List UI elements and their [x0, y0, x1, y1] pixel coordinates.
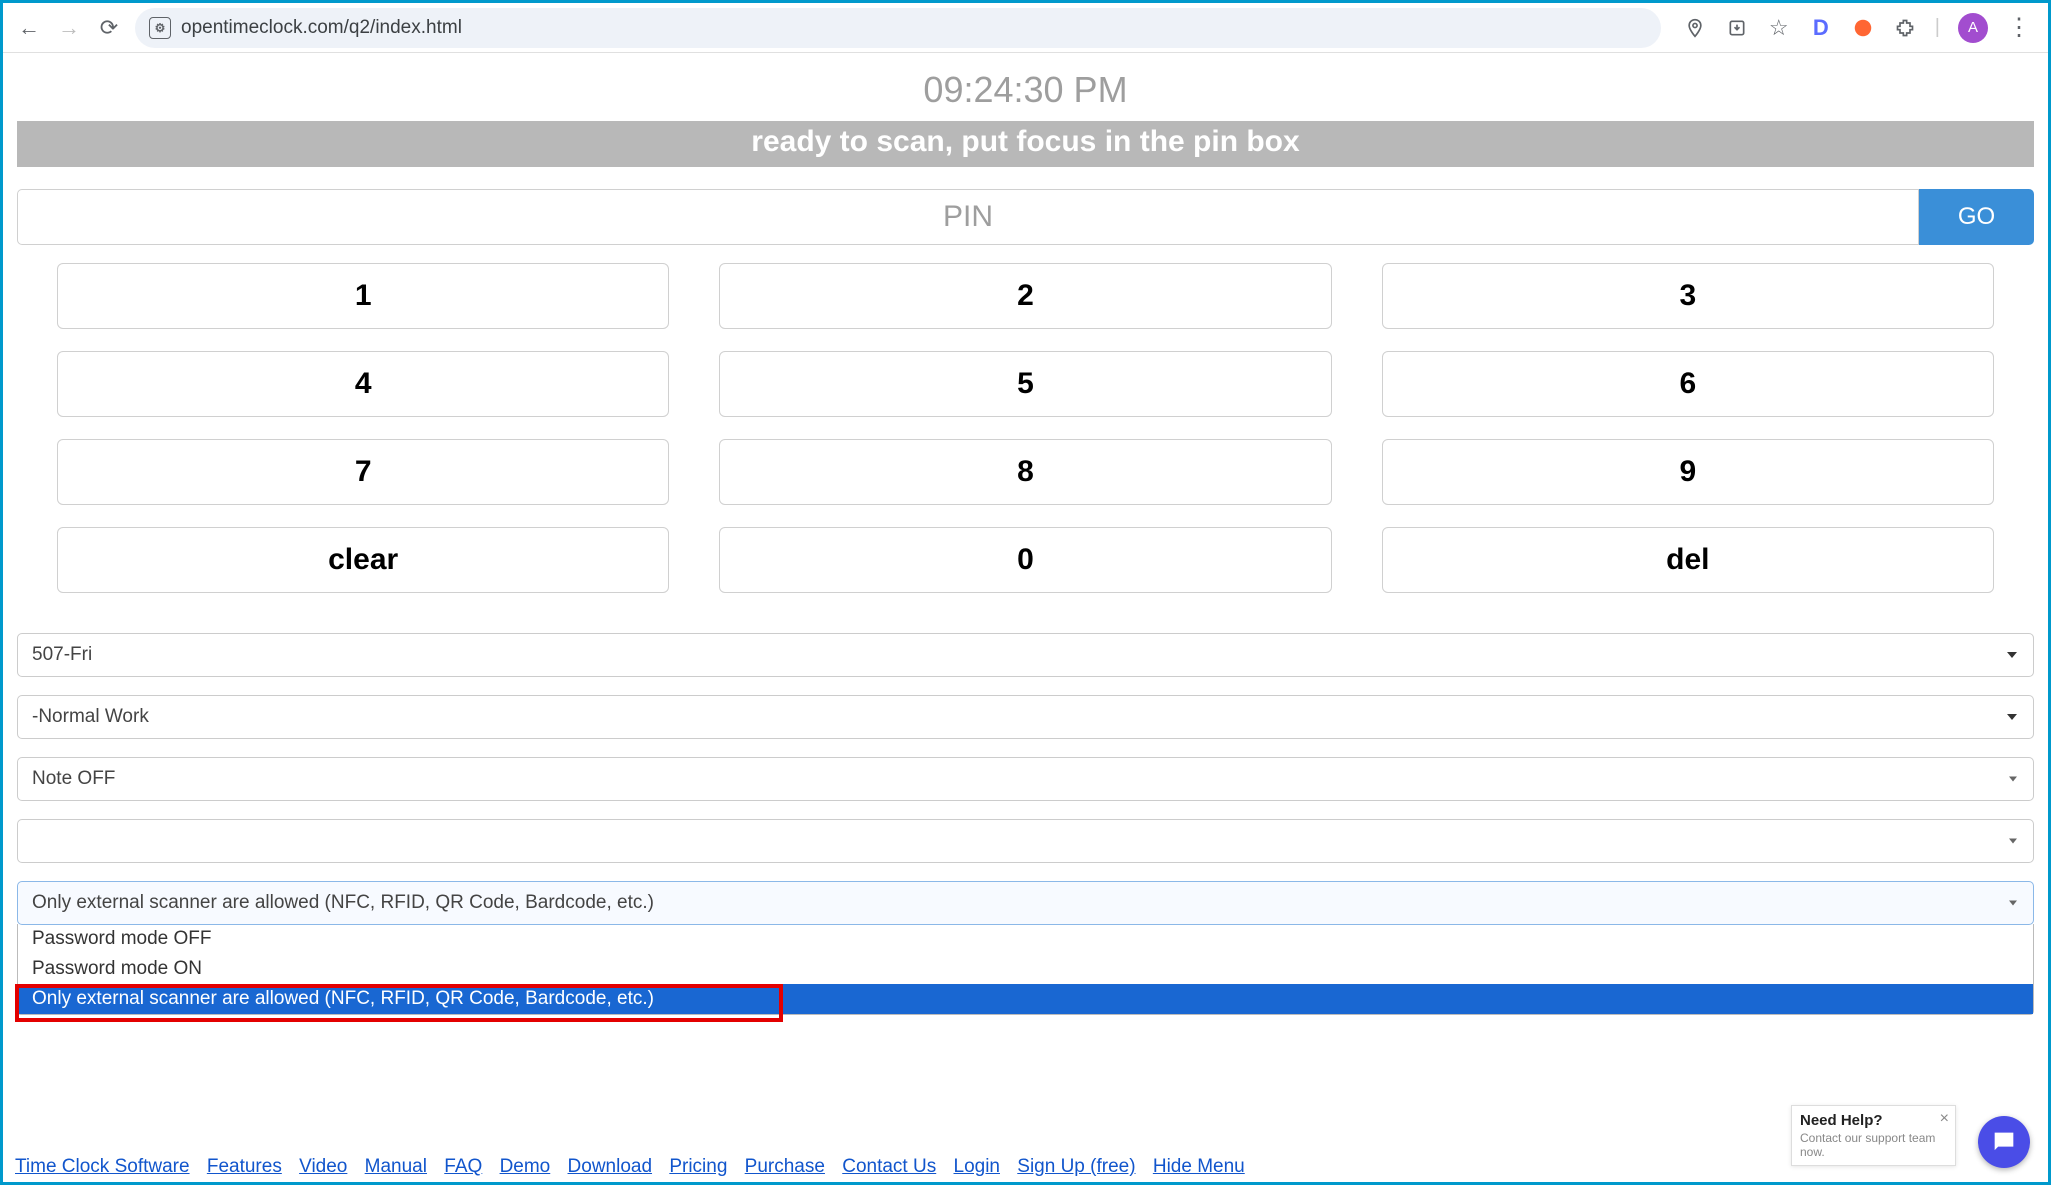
scanner-select-value: Only external scanner are allowed (NFC, …: [32, 892, 654, 914]
footer-link-hidemenu[interactable]: Hide Menu: [1153, 1156, 1245, 1177]
key-del[interactable]: del: [1382, 527, 1994, 593]
footer-link-faq[interactable]: FAQ: [444, 1156, 482, 1177]
browser-menu-icon[interactable]: ⋮: [2006, 16, 2030, 40]
scanner-option-password-off[interactable]: Password mode OFF: [18, 924, 2033, 954]
bookmark-star-icon[interactable]: ☆: [1767, 16, 1791, 40]
site-info-icon[interactable]: ⚙: [149, 17, 171, 39]
help-title: Need Help?: [1800, 1112, 1947, 1129]
key-3[interactable]: 3: [1382, 263, 1994, 329]
key-5[interactable]: 5: [719, 351, 1331, 417]
install-icon[interactable]: [1725, 16, 1749, 40]
footer-link-software[interactable]: Time Clock Software: [15, 1156, 190, 1177]
close-icon[interactable]: ×: [1940, 1110, 1949, 1128]
pin-input[interactable]: [17, 189, 1919, 245]
chat-fab[interactable]: [1978, 1116, 2030, 1168]
key-6[interactable]: 6: [1382, 351, 1994, 417]
scanner-select-group: Only external scanner are allowed (NFC, …: [17, 881, 2034, 1015]
footer-link-pricing[interactable]: Pricing: [669, 1156, 727, 1177]
reload-button[interactable]: ⟳: [95, 14, 123, 42]
extension-jigsaw-icon[interactable]: [1851, 16, 1875, 40]
scanner-dropdown-menu: Password mode OFF Password mode ON Only …: [17, 924, 2034, 1015]
scanner-option-password-on[interactable]: Password mode ON: [18, 954, 2033, 984]
chevron-down-icon: [2009, 839, 2017, 844]
location-icon[interactable]: [1683, 16, 1707, 40]
extensions-puzzle-icon[interactable]: [1893, 16, 1917, 40]
key-7[interactable]: 7: [57, 439, 669, 505]
main-content: 09:24:30 PM ready to scan, put focus in …: [3, 53, 2048, 1015]
go-button[interactable]: GO: [1919, 189, 2034, 245]
scanner-option-external-only[interactable]: Only external scanner are allowed (NFC, …: [18, 984, 2033, 1014]
browser-toolbar: ← → ⟳ ⚙ opentimeclock.com/q2/index.html …: [3, 3, 2048, 53]
footer-link-purchase[interactable]: Purchase: [745, 1156, 825, 1177]
footer-link-contact[interactable]: Contact Us: [842, 1156, 936, 1177]
chevron-down-icon: [2007, 714, 2017, 720]
key-1[interactable]: 1: [57, 263, 669, 329]
url-text: opentimeclock.com/q2/index.html: [181, 17, 462, 39]
note-select-value: Note OFF: [32, 768, 115, 790]
worktype-select-value: -Normal Work: [32, 706, 149, 728]
selects-column: 507-Fri -Normal Work Note OFF Only exter…: [17, 633, 2034, 1015]
note-select[interactable]: Note OFF: [17, 757, 2034, 801]
chevron-down-icon: [2009, 777, 2017, 782]
key-4[interactable]: 4: [57, 351, 669, 417]
footer-link-video[interactable]: Video: [299, 1156, 347, 1177]
key-2[interactable]: 2: [719, 263, 1331, 329]
footer-link-signup[interactable]: Sign Up (free): [1017, 1156, 1135, 1177]
shift-select-value: 507-Fri: [32, 644, 92, 666]
back-button[interactable]: ←: [15, 14, 43, 42]
pin-row: GO: [17, 189, 2034, 245]
footer-link-manual[interactable]: Manual: [365, 1156, 427, 1177]
separator: |: [1935, 16, 1940, 39]
footer-link-download[interactable]: Download: [568, 1156, 653, 1177]
key-clear[interactable]: clear: [57, 527, 669, 593]
url-bar[interactable]: ⚙ opentimeclock.com/q2/index.html: [135, 8, 1661, 48]
scanner-select[interactable]: Only external scanner are allowed (NFC, …: [17, 881, 2034, 925]
shift-select[interactable]: 507-Fri: [17, 633, 2034, 677]
extension-d-icon[interactable]: D: [1809, 16, 1833, 40]
footer-link-demo[interactable]: Demo: [500, 1156, 551, 1177]
key-8[interactable]: 8: [719, 439, 1331, 505]
scan-banner: ready to scan, put focus in the pin box: [17, 121, 2034, 167]
footer-link-features[interactable]: Features: [207, 1156, 282, 1177]
footer-link-login[interactable]: Login: [954, 1156, 1001, 1177]
chevron-down-icon: [2007, 652, 2017, 658]
help-subtitle: Contact our support team now.: [1800, 1131, 1947, 1159]
forward-button[interactable]: →: [55, 14, 83, 42]
key-9[interactable]: 9: [1382, 439, 1994, 505]
chat-icon: [1990, 1128, 2018, 1156]
clock-display: 09:24:30 PM: [17, 63, 2034, 121]
keypad: 1 2 3 4 5 6 7 8 9 clear 0 del: [17, 263, 2034, 593]
toolbar-right: ☆ D | A ⋮: [1683, 13, 2036, 43]
blank-select[interactable]: [17, 819, 2034, 863]
profile-avatar[interactable]: A: [1958, 13, 1988, 43]
footer-links: Time Clock Software Features Video Manua…: [15, 1156, 1257, 1178]
key-0[interactable]: 0: [719, 527, 1331, 593]
chevron-down-icon: [2009, 901, 2017, 906]
help-card[interactable]: × Need Help? Contact our support team no…: [1791, 1105, 1956, 1166]
worktype-select[interactable]: -Normal Work: [17, 695, 2034, 739]
